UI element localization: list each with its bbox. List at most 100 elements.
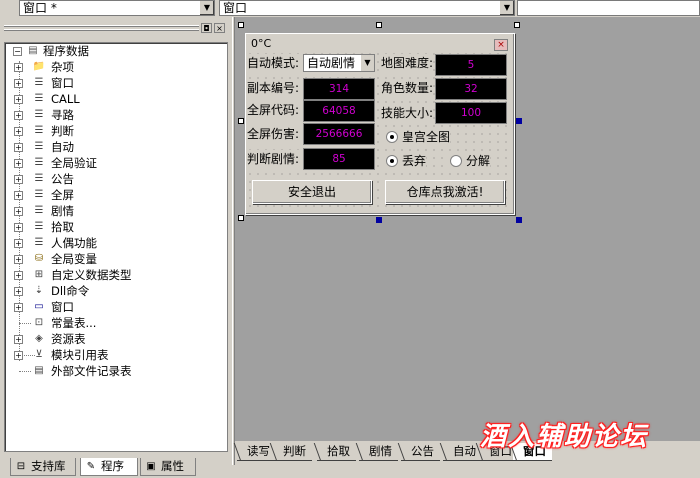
fullscreen-code-label: 全屏代码: xyxy=(247,101,300,119)
warehouse-activate-button[interactable]: 仓库点我激活! xyxy=(385,180,505,204)
resize-handle[interactable] xyxy=(376,22,382,28)
resize-handle[interactable] xyxy=(238,215,244,221)
object-selector-combo[interactable]: 窗口 * ▼ xyxy=(19,0,215,16)
module-icon: ☰ xyxy=(34,141,44,152)
expand-icon[interactable]: + xyxy=(14,255,23,264)
expand-icon[interactable]: + xyxy=(14,207,23,216)
window-tab[interactable]: 拾取 xyxy=(313,443,356,461)
tree-item-label: 全局验证 xyxy=(51,156,97,170)
resize-handle[interactable] xyxy=(516,217,522,223)
expand-icon[interactable]: + xyxy=(14,127,23,136)
map-difficulty-label: 地图难度: xyxy=(381,54,434,72)
chevron-down-icon[interactable]: ▼ xyxy=(499,1,514,15)
expand-icon[interactable]: + xyxy=(14,223,23,232)
window-tab[interactable]: 判断 xyxy=(269,443,312,461)
module-icon: ☰ xyxy=(34,77,44,88)
map-difficulty-field[interactable]: 5 xyxy=(435,54,507,76)
decompose-label: 分解 xyxy=(466,154,491,168)
mode-select[interactable]: 自动剧情 ▼ xyxy=(303,54,375,72)
skill-size-field[interactable]: 100 xyxy=(435,102,507,124)
panel-grip[interactable] xyxy=(4,25,199,27)
fullscreen-damage-label: 全屏伤害: xyxy=(247,125,300,143)
chevron-down-icon[interactable]: ▼ xyxy=(360,55,374,71)
window-tab[interactable]: 公告 xyxy=(397,443,440,461)
project-tree[interactable]: − ▤ 程序数据 + 📁 杂项 + ☰ 窗口 + ☰ CALL + ☰ 寻路 + ☰ 判断 + ☰ 自动 + ☰ 全局验… xyxy=(4,42,228,452)
expand-icon[interactable]: + xyxy=(14,63,23,72)
resize-handle[interactable] xyxy=(238,22,244,28)
safe-exit-button[interactable]: 安全退出 xyxy=(252,180,372,204)
event-selector-combo[interactable]: 窗口 ▼ xyxy=(219,0,515,16)
expand-icon[interactable]: + xyxy=(14,271,23,280)
resize-handle[interactable] xyxy=(376,217,382,223)
chevron-down-icon[interactable]: ▼ xyxy=(199,1,214,15)
window-tab[interactable]: 剧情 xyxy=(355,443,398,461)
tree-connector xyxy=(19,371,31,372)
fullscreen-code-field[interactable]: 64058 xyxy=(303,100,375,122)
tree-item-label: 公告 xyxy=(51,172,74,186)
close-icon[interactable]: × xyxy=(494,39,508,51)
expand-icon[interactable]: + xyxy=(14,191,23,200)
expand-icon[interactable]: + xyxy=(14,303,23,312)
expand-icon[interactable]: + xyxy=(14,287,23,296)
resize-handle[interactable] xyxy=(516,118,522,124)
tab-properties[interactable]: ▣ 属性 xyxy=(140,458,196,476)
radio-selected-icon[interactable] xyxy=(386,131,398,143)
module-ref-icon: ⊻ xyxy=(35,349,43,360)
module-icon: ☰ xyxy=(34,157,44,168)
radio-selected-icon[interactable] xyxy=(386,155,398,167)
window-icon: ▭ xyxy=(34,301,44,312)
resize-handle[interactable] xyxy=(514,22,520,28)
event-selector-value: 窗口 xyxy=(223,1,248,15)
expand-icon[interactable]: + xyxy=(14,335,23,344)
expand-icon[interactable]: + xyxy=(14,159,23,168)
window-tab-label: 读写 xyxy=(247,444,270,458)
database-icon: ⛁ xyxy=(34,253,44,264)
decompose-option[interactable]: 分解 xyxy=(448,153,491,169)
palace-map-option[interactable]: 皇宫全图 xyxy=(384,129,451,145)
tree-item-label: 外部文件记录表 xyxy=(51,364,132,378)
expand-icon[interactable]: + xyxy=(14,175,23,184)
panel-grip[interactable] xyxy=(4,29,199,31)
constant-icon: ⊡ xyxy=(34,317,44,328)
collapse-icon[interactable]: − xyxy=(13,47,22,56)
tree-item-label: 判断 xyxy=(51,124,74,138)
tree-item-label: 资源表 xyxy=(51,332,86,346)
tree-item-label: 杂项 xyxy=(51,60,74,74)
module-icon: ☰ xyxy=(34,173,44,184)
tab-support-library[interactable]: ⊟ 支持库 xyxy=(10,458,76,476)
close-icon[interactable]: × xyxy=(214,23,225,33)
program-icon: ✎ xyxy=(86,461,96,472)
tree-item-label: Dll命令 xyxy=(51,284,90,298)
resource-icon: ◈ xyxy=(35,333,43,344)
module-icon: ☰ xyxy=(34,109,44,120)
judge-plot-field[interactable]: 85 xyxy=(303,148,375,170)
restore-icon[interactable]: ◘ xyxy=(201,23,212,33)
form-titlebar[interactable]: 0°C × xyxy=(248,36,512,51)
radio-unselected-icon[interactable] xyxy=(450,155,462,167)
expand-icon[interactable]: + xyxy=(14,351,23,360)
tree-item-label: 模块引用表 xyxy=(51,348,109,362)
expand-icon[interactable]: + xyxy=(14,95,23,104)
fullscreen-damage-field[interactable]: 2566666 xyxy=(303,123,375,145)
tab-program[interactable]: ✎ 程序 xyxy=(80,458,138,476)
expand-icon[interactable]: + xyxy=(14,79,23,88)
tree-root-label: 程序数据 xyxy=(43,44,89,58)
module-icon: ☰ xyxy=(34,125,44,136)
form-title: 0°C xyxy=(251,37,272,50)
datatype-icon: ⊞ xyxy=(34,269,44,280)
expand-icon[interactable]: + xyxy=(14,143,23,152)
expand-icon[interactable]: + xyxy=(14,111,23,120)
discard-option[interactable]: 丢弃 xyxy=(384,153,427,169)
dungeon-id-field[interactable]: 314 xyxy=(303,78,375,100)
dll-icon: ⇣ xyxy=(34,285,44,296)
project-panel: ◘ × − ▤ 程序数据 + 📁 杂项 + ☰ 窗口 + ☰ CALL + ☰ 寻路 + ☰ 判断 + ☰ 自动 +… xyxy=(0,17,232,476)
designed-form[interactable]: 0°C × 自动模式: 自动剧情 ▼ 地图难度: 5 副本编号: 314 角色数… xyxy=(245,33,515,215)
module-icon: ☰ xyxy=(34,205,44,216)
expand-icon[interactable]: + xyxy=(14,239,23,248)
resize-handle[interactable] xyxy=(238,118,244,124)
tree-connector xyxy=(19,323,31,324)
tab-label: 程序 xyxy=(101,459,124,473)
tree-item-label: 窗口 xyxy=(51,76,74,90)
tree-item-label: 窗口 xyxy=(51,300,74,314)
role-count-field[interactable]: 32 xyxy=(435,78,507,100)
